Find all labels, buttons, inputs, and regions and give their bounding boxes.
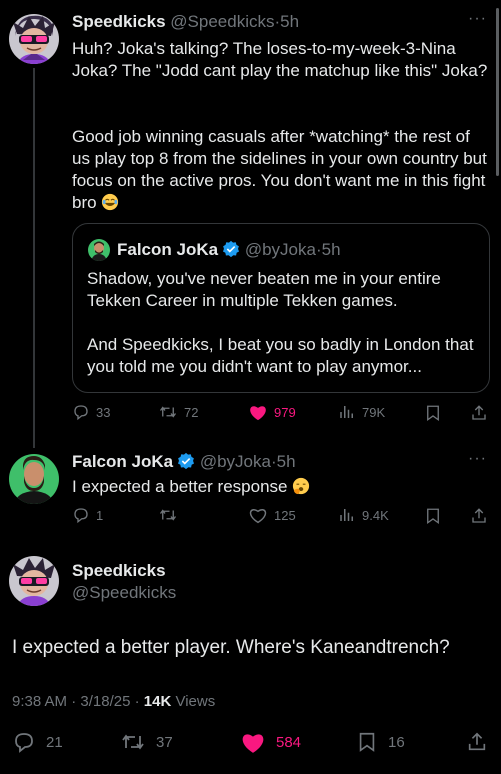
like-button[interactable]: 125 [248,506,296,524]
bookmark-button[interactable] [424,506,442,526]
quoted-handle: @byJoka [244,240,316,259]
quoted-display-name: Falcon JoKa [117,240,219,259]
detail-time[interactable]: 9:38 AM [12,693,67,710]
tweet-actions: 33 72 979 79K [70,403,490,427]
avatar-falcon-joka[interactable] [9,454,59,504]
views-chart-icon [340,509,353,521]
detail-repost-count: 37 [156,733,173,751]
heart-filled-icon [250,406,266,421]
views-button[interactable]: 9.4K [338,506,389,524]
share-button[interactable] [470,403,488,423]
quoted-tweet[interactable]: Falcon JoKa @byJoka·5h Shadow, you've ne… [72,223,490,393]
tweet-falcon-joka[interactable]: Falcon JoKa @byJoka·5h ··· I expected a … [0,450,501,540]
tweet-text-content: I expected a better response [72,477,288,496]
detail-views-count: 14K [143,693,172,710]
views-button[interactable]: 79K [338,403,385,421]
handle[interactable]: @byJoka [200,452,271,471]
bookmark-button[interactable] [424,403,442,423]
tweet-text: Huh? Joka's talking? The loses-to-my-wee… [72,38,492,82]
display-name[interactable]: Speedkicks [72,12,166,31]
reply-button[interactable]: 33 [72,403,110,421]
heart-outline-icon [249,509,267,524]
handle[interactable]: @Speedkicks [170,12,274,31]
heart-filled-icon [242,734,264,753]
detail-date[interactable]: 3/18/25 [80,693,130,710]
detail-share-button[interactable] [466,730,488,754]
repost-icon [159,509,177,521]
detail-bookmark-button[interactable]: 16 [356,730,405,754]
share-button[interactable] [470,506,488,526]
yawning-emoji-icon [293,477,310,495]
avatar-speedkicks[interactable] [9,14,59,64]
avatar-speedkicks-detail[interactable] [9,556,59,606]
like-count: 125 [274,507,296,523]
reply-icon [15,733,33,753]
detail-bookmark-count: 16 [388,733,405,751]
views-chart-icon [340,406,353,418]
tweet-text-p1: Huh? Joka's talking? The loses-to-my-wee… [72,39,488,80]
tweet-text-2: Good job winning casuals after *watching… [72,126,492,214]
views-count: 79K [362,404,386,420]
verified-badge-icon [178,452,195,470]
laughing-emoji-icon [102,193,119,211]
avatar-falcon-joka-small [88,239,110,261]
separator: · [134,693,140,710]
detail-display-name[interactable]: Speedkicks [72,561,166,581]
reply-button[interactable]: 1 [72,506,103,524]
tweet-header: Falcon JoKa @byJoka·5h [72,452,296,472]
tweet-text-p2: Good job winning casuals after *watching… [72,127,492,212]
verified-badge-icon [223,240,240,258]
reply-icon [74,508,88,524]
share-icon [472,508,486,523]
repost-icon [122,734,144,750]
detail-views-label: Views [175,693,216,710]
display-name[interactable]: Falcon JoKa [72,452,173,471]
quoted-text-p1: Shadow, you've never beaten me in your e… [87,269,446,310]
tweet-text: I expected a better response [72,476,492,498]
quoted-timestamp: 5h [321,240,341,259]
timestamp[interactable]: 5h [277,452,296,471]
repost-icon [159,406,177,418]
tweet-actions: 1 125 9.4K [70,506,490,530]
reply-count: 1 [96,507,104,523]
repost-count: 72 [184,404,199,420]
detail-repost-button[interactable]: 37 [120,730,173,754]
separator: · [71,693,77,710]
quoted-text-p2: And Speedkicks, I beat you so badly in L… [87,335,479,376]
quoted-tweet-header: Falcon JoKa @byJoka·5h [117,240,341,260]
quoted-text: Shadow, you've never beaten me in your e… [87,268,482,312]
detail-meta: 9:38 AM · 3/18/25 · 14K Views [12,693,215,710]
detail-handle[interactable]: @Speedkicks [72,583,176,603]
tweet-header: Speedkicks @Speedkicks·5h [72,12,299,32]
share-icon [472,405,486,420]
like-button[interactable]: 979 [248,403,296,421]
thread-line [33,68,35,448]
bookmark-icon [427,405,439,422]
like-count: 979 [274,404,296,420]
reply-count: 33 [96,404,111,420]
tweet-speedkicks-1[interactable]: Speedkicks @Speedkicks·5h ··· Huh? Joka'… [0,0,501,450]
timestamp[interactable]: 5h [280,12,299,31]
quoted-text-2: And Speedkicks, I beat you so badly in L… [87,334,482,378]
repost-button[interactable] [158,506,184,524]
bookmark-icon [359,732,375,752]
bookmark-icon [427,508,439,525]
detail-tweet-text: I expected a better player. Where's Kane… [12,637,450,658]
more-options-icon[interactable]: ··· [468,450,487,468]
views-count: 9.4K [362,507,389,523]
detail-reply-count: 21 [46,733,63,751]
detail-like-count: 584 [276,733,302,751]
detail-like-button[interactable]: 584 [240,730,301,754]
detail-reply-button[interactable]: 21 [12,730,63,754]
repost-button[interactable]: 72 [158,403,198,421]
share-icon [468,732,486,751]
reply-icon [74,405,88,421]
more-options-icon[interactable]: ··· [468,10,487,28]
scrollbar[interactable] [496,8,499,176]
